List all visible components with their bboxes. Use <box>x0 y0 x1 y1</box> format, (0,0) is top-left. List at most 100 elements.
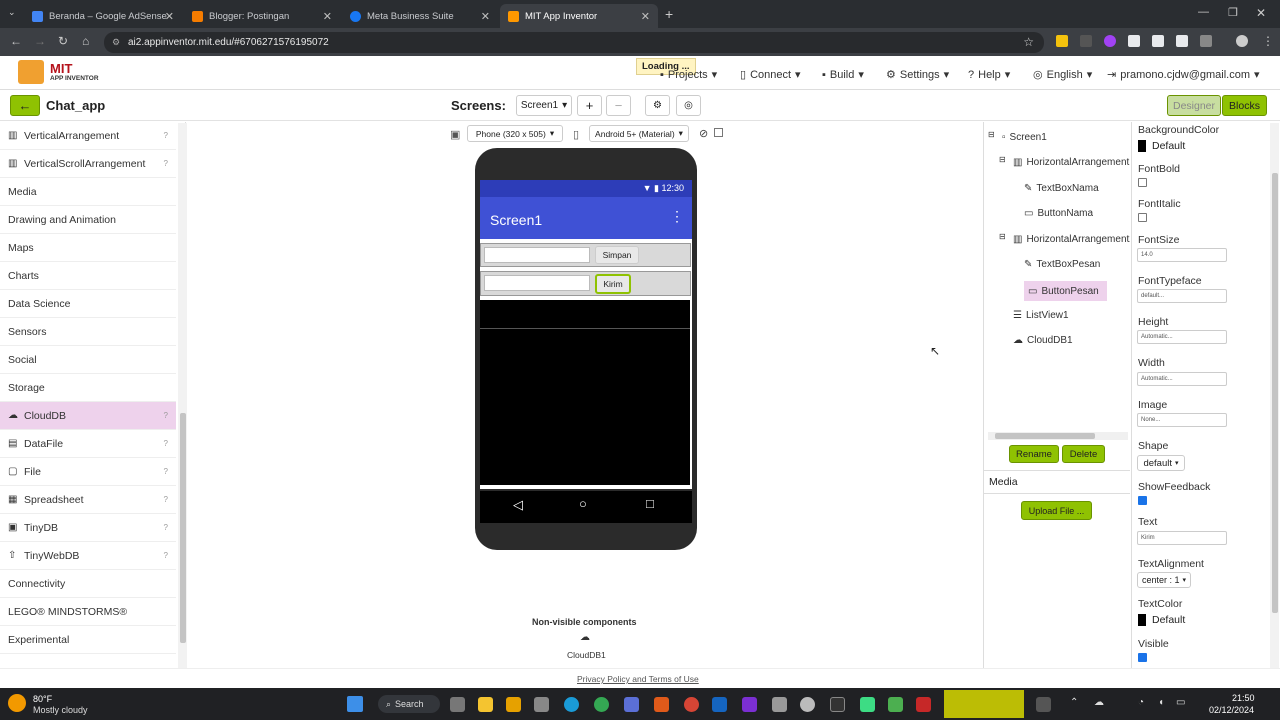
palette-item[interactable]: Connectivity <box>0 570 176 598</box>
project-properties-icon[interactable]: ⚙ <box>645 95 670 116</box>
tree-node[interactable]: ☰ ListView1 <box>1013 307 1069 323</box>
height-input[interactable]: Automatic... <box>1137 330 1227 344</box>
palette-item[interactable]: Sensors <box>0 318 176 346</box>
reload-icon[interactable]: ↻ <box>58 34 68 48</box>
screen-select[interactable]: Screen1 ▾ <box>516 95 572 116</box>
globe-icon[interactable]: ◎ <box>676 95 701 116</box>
close-icon[interactable]: ✕ <box>323 10 332 23</box>
tab-app-inventor[interactable]: MIT App Inventor ✕ <box>500 4 658 28</box>
tree-node[interactable]: ▫ Screen1 <box>1002 129 1047 145</box>
battery-icon[interactable]: ▭ <box>1176 697 1185 708</box>
phone-size-select[interactable]: Phone (320 x 505) ▾ <box>467 125 563 142</box>
textbox-pesan[interactable] <box>484 275 590 291</box>
image-icon[interactable]: ▣ <box>450 128 460 141</box>
palette-item[interactable]: Media <box>0 178 176 206</box>
menu-language[interactable]: ◎ English ▾ <box>1033 68 1092 82</box>
back-icon[interactable]: ← <box>10 34 22 48</box>
store-icon[interactable] <box>534 697 549 712</box>
palette-item[interactable]: Experimental <box>0 626 176 654</box>
tree-node[interactable]: ✎ TextBoxNama <box>1024 180 1099 196</box>
palette-item[interactable]: Maps <box>0 234 176 262</box>
android-studio-icon[interactable] <box>860 697 875 712</box>
extension-icon[interactable] <box>1080 35 1092 47</box>
blocks-button[interactable]: Blocks <box>1222 95 1267 116</box>
extension-icon[interactable] <box>1176 35 1188 47</box>
taskbar-search[interactable]: ⌕ Search <box>378 695 440 713</box>
palette-item[interactable]: Social <box>0 346 176 374</box>
menu-projects[interactable]: ▪ Projects ▾ <box>660 68 717 82</box>
remove-screen-button[interactable]: − <box>606 95 631 116</box>
menu-settings[interactable]: ⚙ Settings ▾ <box>886 68 949 82</box>
tab-blogger[interactable]: Blogger: Postingan ✕ <box>184 4 340 28</box>
palette-item[interactable]: ▥ VerticalScrollArrangement? <box>0 150 176 178</box>
showfeedback-checkbox[interactable] <box>1138 496 1147 505</box>
tray-chevron-icon[interactable]: ⌃ <box>1070 697 1078 708</box>
fontitalic-checkbox[interactable] <box>1138 213 1147 222</box>
menu-help[interactable]: ? Help ▾ <box>968 68 1010 82</box>
palette-item[interactable]: ▣ TinyDB? <box>0 514 176 542</box>
start-menu-icon[interactable] <box>347 696 363 712</box>
nav-recents-icon[interactable]: □ <box>646 496 654 511</box>
android-version-select[interactable]: Android 5+ (Material) ▾ <box>589 125 689 142</box>
delete-button[interactable]: Delete <box>1062 445 1105 463</box>
tree-node[interactable]: ▥ HorizontalArrangement2 <box>1013 231 1130 247</box>
bookmark-star-icon[interactable]: ☆ <box>1023 32 1034 53</box>
app-icon[interactable] <box>654 697 669 712</box>
close-icon[interactable]: ✕ <box>481 10 490 23</box>
url-field[interactable]: ⚙ ai2.appinventor.mit.edu/#6706271576195… <box>104 32 1044 53</box>
display-hidden-checkbox[interactable] <box>714 128 723 137</box>
nav-back-icon[interactable]: ◁ <box>513 497 523 513</box>
close-window-icon[interactable]: ✕ <box>1256 6 1266 20</box>
app-icon[interactable] <box>712 697 727 712</box>
maximize-icon[interactable]: ❐ <box>1228 6 1238 19</box>
add-screen-button[interactable]: + <box>577 95 602 116</box>
palette-item[interactable]: ▢ File? <box>0 458 176 486</box>
collapse-toggle-icon[interactable]: ⊟ <box>988 130 995 139</box>
app-inventor-logo-icon[interactable] <box>18 60 44 84</box>
extensions-puzzle-icon[interactable] <box>1200 35 1212 47</box>
rename-button[interactable]: Rename <box>1009 445 1059 463</box>
horizontal-arrangement-1[interactable]: Simpan <box>480 243 691 267</box>
palette-item[interactable]: ▥ VerticalArrangement? <box>0 122 176 150</box>
file-explorer-icon[interactable] <box>478 697 493 712</box>
scroll-thumb[interactable] <box>995 433 1095 439</box>
app-icon[interactable] <box>772 697 787 712</box>
nonvisible-item[interactable]: CloudDB1 <box>567 650 606 660</box>
tree-node[interactable]: ☁ CloudDB1 <box>1013 332 1073 348</box>
scroll-thumb[interactable] <box>1272 173 1278 613</box>
palette-item[interactable]: ☁ CloudDB? <box>0 402 176 430</box>
help-icon[interactable]: ? <box>164 131 168 140</box>
close-icon[interactable]: ✕ <box>165 10 174 23</box>
help-icon[interactable]: ? <box>164 467 168 476</box>
width-input[interactable]: Automatic... <box>1137 372 1227 386</box>
menu-build[interactable]: ▪ Build ▾ <box>822 68 864 82</box>
app-icon[interactable] <box>624 697 639 712</box>
app-icon[interactable] <box>506 697 521 712</box>
app-icon[interactable] <box>800 697 815 712</box>
button-pesan[interactable]: Kirim <box>595 274 631 294</box>
overflow-menu-icon[interactable]: ⋮ <box>670 208 684 225</box>
help-icon[interactable]: ? <box>164 411 168 420</box>
palette-item[interactable]: Charts <box>0 262 176 290</box>
onedrive-icon[interactable]: ☁ <box>1094 697 1104 708</box>
menu-connect[interactable]: ▯ Connect ▾ <box>740 68 801 82</box>
collapse-toggle-icon[interactable]: ⊟ <box>999 155 1006 164</box>
extension-icon[interactable] <box>1128 35 1140 47</box>
button-nama[interactable]: Simpan <box>595 246 639 264</box>
horizontal-arrangement-2[interactable]: Kirim <box>480 271 691 296</box>
tab-search-icon[interactable]: ⌄ <box>8 7 16 18</box>
palette-item[interactable]: Data Science <box>0 290 176 318</box>
palette-item[interactable]: Storage <box>0 374 176 402</box>
chrome-icon[interactable] <box>594 697 609 712</box>
scroll-thumb[interactable] <box>180 413 186 643</box>
fonttypeface-input[interactable]: default... <box>1137 289 1227 303</box>
properties-scrollbar[interactable] <box>1270 123 1279 668</box>
browser-menu-icon[interactable]: ⋮ <box>1262 34 1274 48</box>
fontbold-checkbox[interactable] <box>1138 178 1147 187</box>
tree-horizontal-scrollbar[interactable] <box>988 432 1128 440</box>
task-view-icon[interactable] <box>450 697 465 712</box>
extension-icon[interactable] <box>1152 35 1164 47</box>
textalignment-select[interactable]: center : 1 ▾ <box>1137 572 1191 588</box>
app-icon[interactable] <box>742 697 757 712</box>
app-icon[interactable] <box>684 697 699 712</box>
